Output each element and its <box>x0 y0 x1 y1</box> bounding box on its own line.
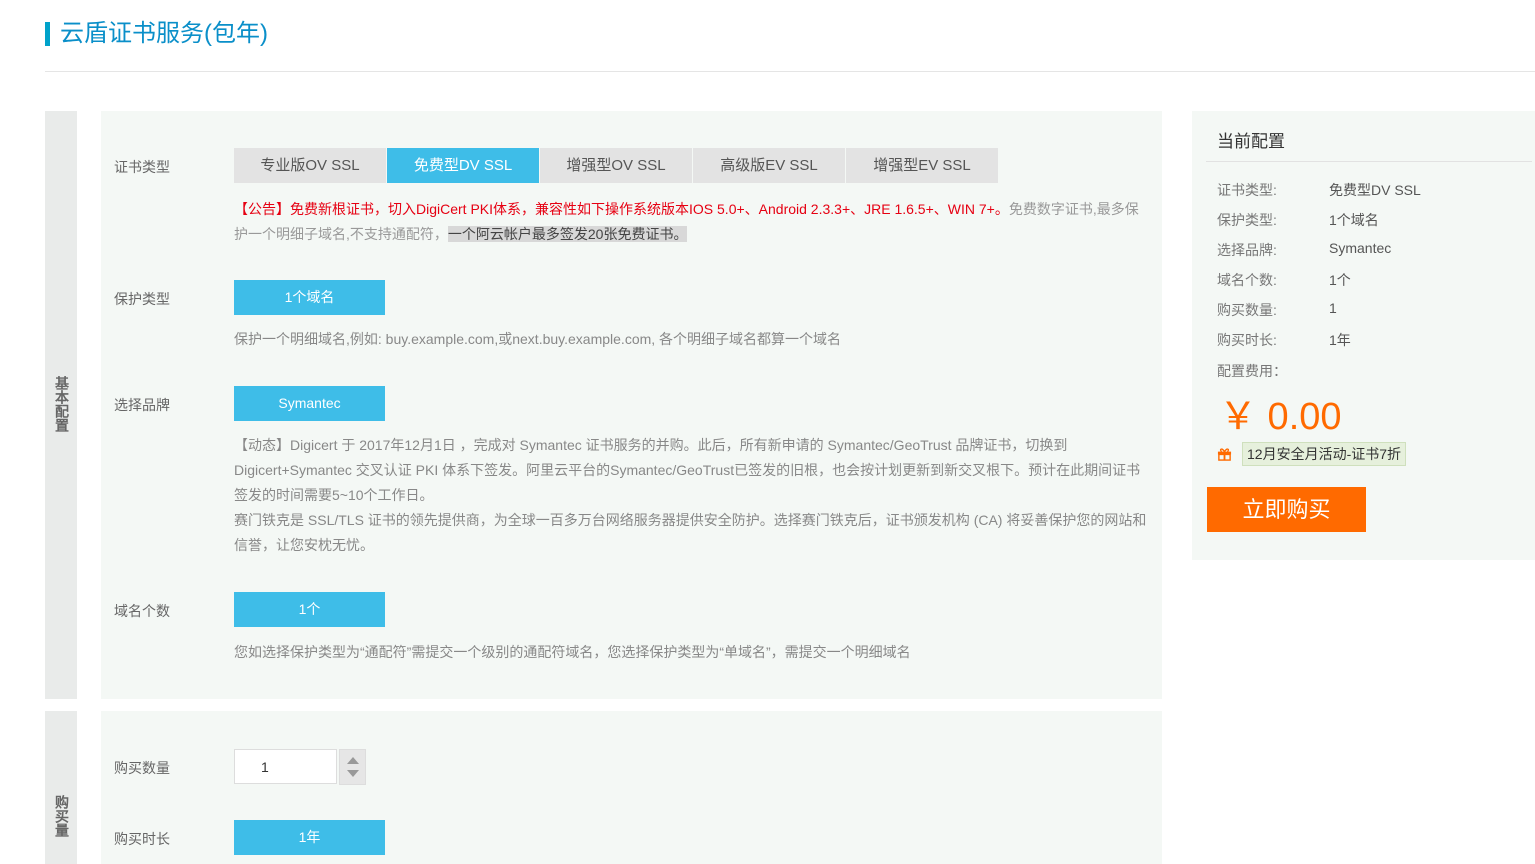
protect-type-label: 保护类型 <box>114 291 170 307</box>
brand-label: 选择品牌 <box>114 397 170 413</box>
cert-notice: 【公告】免费新根证书，切入DigiCert PKI体系，兼容性如下操作系统版本I… <box>234 197 1146 247</box>
page-title: 云盾证书服务(包年) <box>60 20 268 47</box>
summary-row-domain-count: 域名个数: 1个 <box>1217 272 1351 288</box>
brand-desc: 【动态】Digicert 于 2017年12月1日 ，完成对 Symantec … <box>234 433 1154 558</box>
section-label-purchase: 购买量 <box>54 795 70 837</box>
quantity-stepper <box>339 749 366 785</box>
tab-pro-ov-ssl[interactable]: 专业版OV SSL <box>234 148 386 183</box>
duration-option[interactable]: 1年 <box>234 820 385 855</box>
stepper-down-icon[interactable] <box>347 770 359 777</box>
summary-row-duration: 购买时长: 1年 <box>1217 332 1351 348</box>
title-accent-bar <box>45 22 50 46</box>
duration-label: 购买时长 <box>114 831 170 847</box>
basic-config-section: 基本配置 证书类型 专业版OV SSL 免费型DV SSL 增强型OV SSL … <box>45 111 1162 699</box>
protect-type-desc: 保护一个明细域名,例如: buy.example.com,或next.buy.e… <box>234 331 842 347</box>
brand-desc-news: 【动态】Digicert 于 2017年12月1日 ，完成对 Symantec … <box>234 437 1141 503</box>
tab-enhanced-ov-ssl[interactable]: 增强型OV SSL <box>540 148 692 183</box>
summary-divider <box>1206 161 1532 162</box>
tab-advanced-ev-ssl[interactable]: 高级版EV SSL <box>693 148 845 183</box>
purchase-section: 购买量 购买数量 购买时长 1年 <box>45 711 1162 864</box>
summary-row-protect-type: 保护类型: 1个域名 <box>1217 212 1379 228</box>
brand-desc-about: 赛门铁克是 SSL/TLS 证书的领先提供商，为全球一百多万台网络服务器提供安全… <box>234 512 1147 553</box>
brand-option-symantec[interactable]: Symantec <box>234 386 385 421</box>
current-config-panel: 当前配置 证书类型: 免费型DV SSL 保护类型: 1个域名 选择品牌: Syman… <box>1192 111 1535 560</box>
side-label-column <box>45 711 77 864</box>
summary-row-brand: 选择品牌: Symantec <box>1217 240 1392 258</box>
promo-badge: 12月安全月活动-证书7折 <box>1242 442 1407 466</box>
page-header: 云盾证书服务(包年) <box>45 18 1535 72</box>
domain-count-desc: 您如选择保护类型为“通配符”需提交一个级别的通配符域名，您选择保护类型为“单域名… <box>234 644 911 660</box>
quantity-label: 购买数量 <box>114 760 170 776</box>
summary-row-cert-type: 证书类型: 免费型DV SSL <box>1217 182 1421 198</box>
cert-type-label: 证书类型 <box>114 159 170 175</box>
cert-type-tabs: 专业版OV SSL 免费型DV SSL 增强型OV SSL 高级版EV SSL … <box>234 148 999 183</box>
tab-enhanced-ev-ssl[interactable]: 增强型EV SSL <box>846 148 998 183</box>
summary-title: 当前配置 <box>1217 132 1285 151</box>
buy-now-button[interactable]: 立即购买 <box>1207 487 1366 532</box>
protect-type-option[interactable]: 1个域名 <box>234 280 385 315</box>
summary-row-quantity: 购买数量: 1 <box>1217 300 1337 318</box>
notice-announcement: 【公告】免费新根证书，切入DigiCert PKI体系，兼容性如下操作系统版本I… <box>234 201 1009 217</box>
quantity-input[interactable] <box>234 749 337 784</box>
section-label-basic: 基本配置 <box>54 376 70 432</box>
gift-icon <box>1217 448 1232 461</box>
notice-highlight: 一个阿云帐户最多签发20张免费证书。 <box>447 226 688 242</box>
domain-count-option[interactable]: 1个 <box>234 592 385 627</box>
domain-count-label: 域名个数 <box>114 603 170 619</box>
price-value: ￥ 0.00 <box>1219 396 1342 438</box>
stepper-up-icon[interactable] <box>347 757 359 764</box>
tab-free-dv-ssl[interactable]: 免费型DV SSL <box>387 148 539 183</box>
fee-label: 配置费用： <box>1217 363 1287 379</box>
